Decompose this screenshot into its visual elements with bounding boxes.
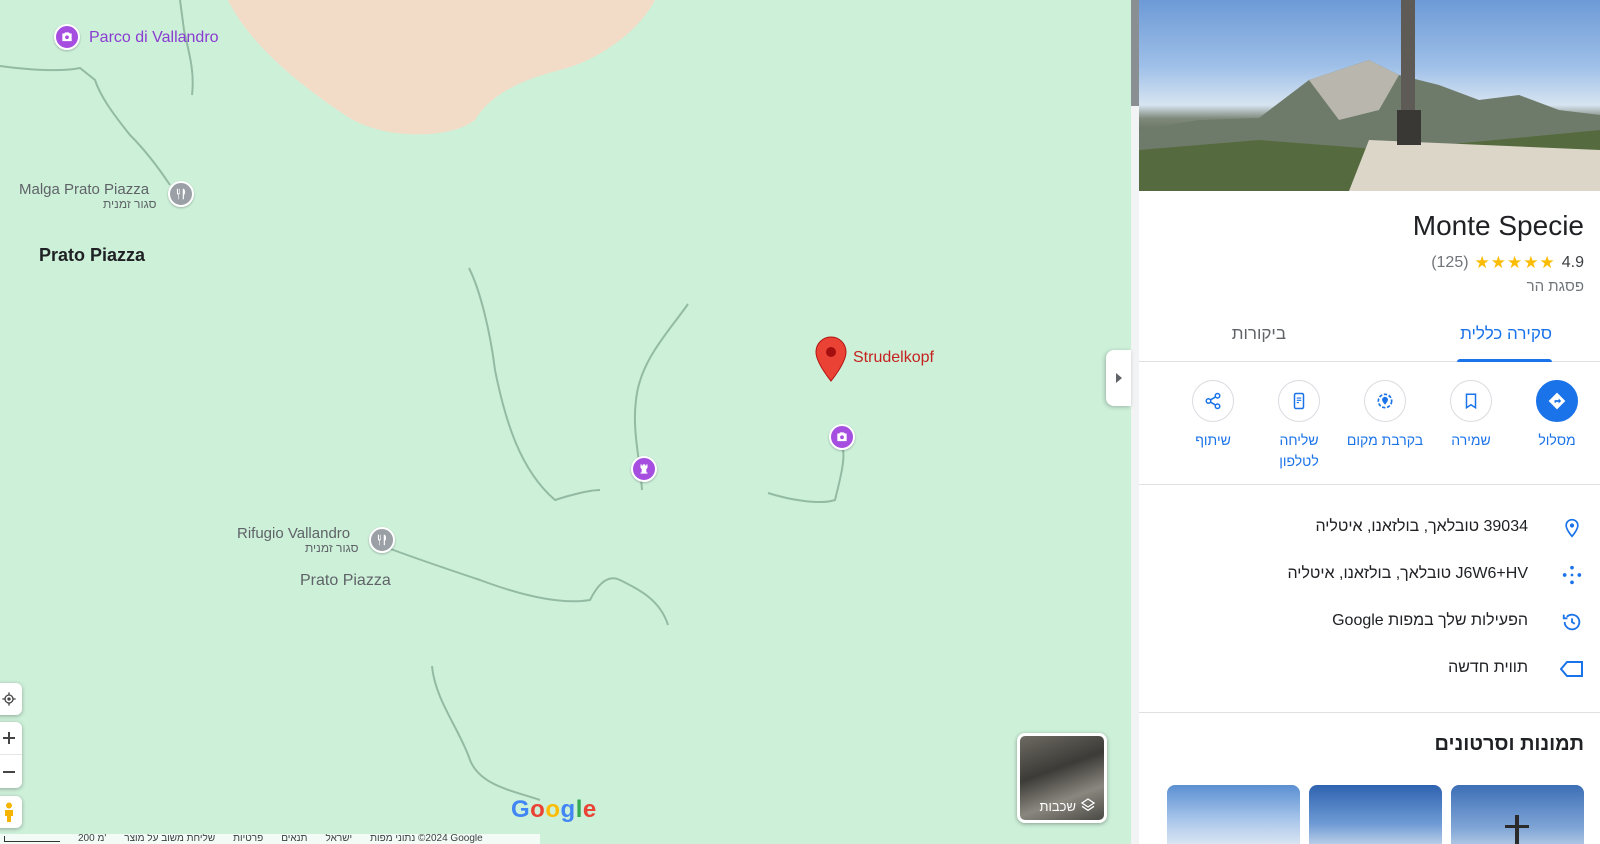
review-count[interactable]: (125): [1431, 254, 1468, 272]
divider: [1139, 712, 1600, 713]
share-label: שיתוף: [1195, 432, 1231, 448]
plus-icon: [3, 732, 15, 744]
caret-right-icon: [1115, 373, 1122, 383]
share-icon: [1205, 392, 1221, 410]
send-to-phone-label-2: לטלפון: [1279, 453, 1319, 469]
pegman-button[interactable]: [0, 796, 22, 828]
map-canvas[interactable]: Parco di Vallandro Malga Prato Piazza סג…: [0, 0, 1131, 844]
fork-knife-icon[interactable]: [369, 527, 395, 553]
photo-thumbnail[interactable]: [1451, 785, 1584, 844]
nearby-icon: [1377, 393, 1393, 409]
map-footer: 200 מ' שליחת משוב על מוצר פרטיות תנאים י…: [0, 834, 540, 844]
photo-thumbnail[interactable]: [1167, 785, 1300, 844]
nearby-label: בקרבת מקום: [1346, 432, 1424, 448]
area-label-prato: Prato Piazza: [39, 245, 146, 265]
selected-place-label[interactable]: Strudelkopf: [853, 349, 934, 367]
plus-code-text: J6W6+HV טובלאך, בולזאנו, איטליה: [1287, 565, 1528, 582]
history-icon: [1560, 610, 1584, 634]
place-panel: Monte Specie 4.9 ★★★★★ (125) פסגת הר סקי…: [1139, 0, 1600, 844]
directions-button[interactable]: מסלול: [1514, 380, 1600, 451]
address-row[interactable]: 39034 טובלאך, בולזאנו, איטליה: [1139, 504, 1600, 550]
pegman-icon: [5, 802, 13, 822]
label-icon: [1560, 657, 1584, 681]
place-title: Monte Specie: [1412, 210, 1584, 241]
directions-circle: [1536, 380, 1578, 422]
rating-value: 4.9: [1561, 254, 1584, 271]
label-text: תווית חדשה: [1448, 659, 1528, 676]
poi-sub-rifugio: סגור זמנית: [305, 541, 359, 555]
divider: [1139, 484, 1600, 485]
red-pin-icon[interactable]: [815, 336, 847, 382]
google-logo: Google: [511, 796, 597, 823]
send-to-phone-button[interactable]: שליחה לטלפון: [1256, 380, 1342, 472]
minus-icon: [3, 770, 15, 773]
nearby-button[interactable]: בקרבת מקום: [1342, 380, 1428, 451]
plus-code-row[interactable]: J6W6+HV טובלאך, בולזאנו, איטליה: [1139, 551, 1600, 597]
location-pin-icon: [1560, 516, 1584, 540]
cross-photo: [1505, 815, 1529, 844]
directions-label: מסלול: [1538, 432, 1576, 448]
mountain-photo: [1139, 0, 1600, 191]
activity-text: הפעילות שלך במפות Google: [1332, 612, 1528, 629]
privacy-link[interactable]: פרטיות: [233, 834, 263, 844]
panel-tabs: סקירה כללית ביקורות: [1139, 310, 1600, 362]
layers-label: שכבות: [1039, 799, 1076, 814]
save-label: שמירה: [1451, 432, 1491, 448]
directions-icon: [1548, 392, 1566, 410]
address-text: 39034 טובלאך, בולזאנו, איטליה: [1315, 518, 1528, 535]
camera-icon[interactable]: [54, 24, 80, 50]
active-tab-indicator: [1457, 359, 1552, 362]
activity-row[interactable]: הפעילות שלך במפות Google: [1139, 598, 1600, 644]
region-link[interactable]: ישראל: [325, 834, 352, 844]
rating-row[interactable]: 4.9 ★★★★★ (125): [1431, 253, 1584, 273]
castle-icon[interactable]: [631, 456, 657, 482]
crosshair-icon: [2, 692, 16, 706]
place-hero-photo[interactable]: [1139, 0, 1600, 191]
map-data-credit: נתוני מפות ‎©2024 Google: [370, 834, 483, 844]
send-to-phone-label-1: שליחה: [1279, 432, 1319, 448]
place-category[interactable]: פסגת הר: [1527, 278, 1584, 295]
nearby-circle: [1364, 380, 1406, 422]
zoom-in-button[interactable]: [0, 722, 22, 755]
tab-overview[interactable]: סקירה כללית: [1460, 324, 1552, 344]
layers-button[interactable]: שכבות: [1017, 733, 1107, 823]
photo-thumbnail[interactable]: [1309, 785, 1442, 844]
photos-section-title: תמונות וסרטונים: [1434, 733, 1584, 755]
send-to-phone-label: שליחה לטלפון: [1256, 430, 1342, 472]
poi-label-rifugio[interactable]: Rifugio Vallandro: [237, 525, 350, 542]
share-button[interactable]: שיתוף: [1170, 380, 1256, 451]
poi-sub-malga: סגור זמנית: [103, 197, 157, 211]
plus-code-icon: [1560, 563, 1584, 587]
fork-knife-icon[interactable]: [168, 181, 194, 207]
rating-stars: ★★★★★: [1474, 253, 1556, 272]
share-circle: [1192, 380, 1234, 422]
sand-area: [228, 0, 655, 135]
save-circle: [1450, 380, 1492, 422]
feedback-link[interactable]: שליחת משוב על מוצר: [124, 834, 215, 844]
bookmark-icon: [1465, 393, 1477, 410]
send-to-phone-circle: [1278, 380, 1320, 422]
my-location-button[interactable]: [0, 683, 22, 715]
camera-icon[interactable]: [829, 424, 855, 450]
poi-label-malga[interactable]: Malga Prato Piazza: [19, 181, 149, 198]
zoom-controls: [0, 722, 22, 788]
terms-link[interactable]: תנאים: [281, 834, 307, 844]
layers-icon: [1080, 798, 1096, 812]
zoom-out-button[interactable]: [0, 755, 22, 788]
phone-icon: [1293, 392, 1305, 410]
map-terrain: [0, 0, 845, 801]
label-row[interactable]: תווית חדשה: [1139, 645, 1600, 691]
area-label-prato-2: Prato Piazza: [300, 572, 391, 589]
save-button[interactable]: שמירה: [1428, 380, 1514, 451]
panel-scrollbar[interactable]: [1131, 0, 1139, 844]
poi-label-parco[interactable]: Parco di Vallandro: [89, 29, 219, 47]
action-buttons: מסלול שמירה בקרבת מקום שליחה לטלפון שיתו…: [1139, 380, 1600, 484]
collapse-panel-button[interactable]: [1106, 350, 1131, 406]
scale-label[interactable]: 200 מ': [78, 834, 106, 844]
scale-bar: [4, 836, 60, 842]
panel-scrollbar-thumb[interactable]: [1131, 0, 1139, 106]
tab-reviews[interactable]: ביקורות: [1232, 324, 1286, 344]
